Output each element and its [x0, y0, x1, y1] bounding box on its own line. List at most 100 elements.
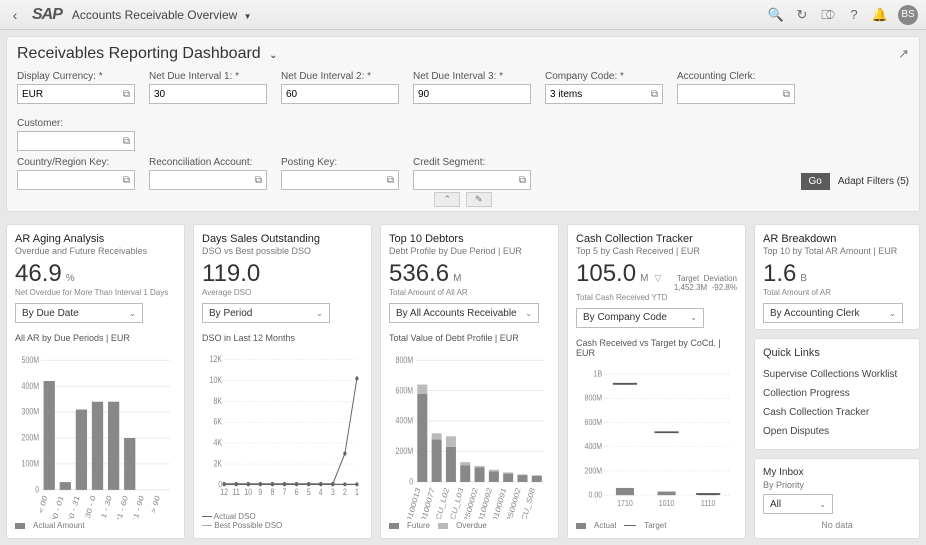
kpi-caption: Total Amount of All AR — [389, 288, 550, 297]
search-icon[interactable]: 🔍 — [768, 7, 784, 23]
svg-text:9: 9 — [258, 487, 262, 497]
card-debtors: Top 10 Debtors Debt Profile by Due Perio… — [380, 224, 559, 539]
filter-input[interactable] — [22, 175, 123, 186]
filter-input-wrapper: ⧉ — [545, 84, 663, 104]
chevron-down-icon: ⌄ — [269, 50, 277, 61]
select-view[interactable]: By Period ⌄ — [202, 303, 330, 323]
chart-title: Cash Received vs Target by CoCd. | EUR — [576, 338, 737, 358]
legend-swatch — [15, 523, 25, 529]
quick-link[interactable]: Supervise Collections Worklist — [763, 365, 911, 384]
filter-input[interactable] — [682, 89, 783, 100]
adapt-filters-link[interactable]: Adapt Filters (5) — [838, 176, 909, 187]
svg-text:4K: 4K — [214, 438, 223, 448]
svg-text:10100013: 10100013 — [404, 486, 422, 519]
bell-icon[interactable]: 🔔 — [872, 7, 888, 23]
filter-input[interactable] — [286, 175, 387, 186]
legend-swatch — [202, 525, 212, 526]
pin-filterbar-icon[interactable]: ✎ — [466, 192, 492, 207]
value-help-icon[interactable]: ⧉ — [123, 175, 130, 186]
avatar[interactable]: BS — [898, 5, 918, 25]
legend-label: Future — [407, 521, 430, 530]
popout-icon[interactable]: ↗ — [898, 46, 909, 62]
select-view[interactable]: By Due Date ⌄ — [15, 303, 143, 323]
filter-input[interactable] — [154, 89, 262, 100]
headset-icon[interactable]: ⎄ — [820, 7, 836, 23]
kpi-value: 119.0 — [202, 260, 260, 288]
back-button[interactable]: ‹ — [8, 7, 22, 23]
svg-text:8: 8 — [270, 487, 274, 497]
filter-input[interactable] — [22, 136, 123, 147]
svg-text:1: 1 — [355, 487, 359, 497]
quick-link[interactable]: Collection Progress — [763, 384, 911, 403]
chart-title: DSO in Last 12 Months — [202, 333, 363, 343]
card-subtitle: Top 10 by Total AR Amount | EUR — [763, 246, 911, 256]
shell-actions: 🔍 ↻ ⎄ ? 🔔 BS — [768, 5, 918, 25]
filter-input[interactable] — [418, 89, 526, 100]
legend-swatch — [576, 523, 586, 529]
card-subtitle: Debt Profile by Due Period | EUR — [389, 246, 550, 256]
filter-input-wrapper — [149, 84, 267, 104]
value-help-icon[interactable]: ⧉ — [387, 175, 394, 186]
svg-text:11: 11 — [233, 487, 241, 497]
filter-input-wrapper — [413, 84, 531, 104]
svg-text:1B: 1B — [594, 369, 603, 379]
chart-title: Total Value of Debt Profile | EUR — [389, 333, 550, 343]
filter-input[interactable] — [550, 89, 651, 100]
filters-row-1: Display Currency: *⧉Net Due Interval 1: … — [17, 71, 909, 151]
go-button[interactable]: Go — [801, 173, 830, 190]
card-title: Days Sales Outstanding — [202, 233, 363, 245]
refresh-icon[interactable]: ↻ — [794, 7, 810, 23]
svg-text:2500002: 2500002 — [463, 486, 480, 519]
filter-input-wrapper: ⧉ — [17, 131, 135, 151]
filter-field: Reconciliation Account:⧉ — [149, 157, 267, 190]
value-help-icon[interactable]: ⧉ — [519, 175, 526, 186]
quick-links-title: Quick Links — [763, 347, 911, 359]
quick-link[interactable]: Open Disputes — [763, 422, 911, 441]
quick-link[interactable]: Cash Collection Tracker — [763, 403, 911, 422]
card-subtitle: Overdue and Future Receivables — [15, 246, 176, 256]
filter-input[interactable] — [418, 175, 519, 186]
chart-legend: Future Overdue — [389, 521, 550, 530]
quick-links-card: Quick Links Supervise Collections Workli… — [754, 338, 920, 450]
value-help-icon[interactable]: ⧉ — [783, 89, 790, 100]
value-help-icon[interactable]: ⧉ — [123, 136, 130, 147]
select-view[interactable]: By Company Code ⌄ — [576, 308, 704, 328]
svg-text:6K: 6K — [214, 417, 223, 427]
legend-swatch — [438, 523, 448, 529]
svg-text:12: 12 — [220, 487, 228, 497]
select-label: By Accounting Clerk — [770, 308, 860, 319]
filter-input[interactable] — [154, 175, 255, 186]
svg-text:2K: 2K — [214, 459, 223, 469]
filter-input-wrapper: ⧉ — [17, 84, 135, 104]
filter-input[interactable] — [22, 89, 123, 100]
value-help-icon[interactable]: ⧉ — [255, 175, 262, 186]
filter-label: Display Currency: * — [17, 71, 135, 82]
app-title-label: Accounts Receivable Overview — [72, 8, 237, 22]
svg-text:2: 2 — [343, 487, 347, 497]
chart-legend: Actual Amount — [15, 521, 176, 530]
select-view[interactable]: By All Accounts Receivable ⌄ — [389, 303, 539, 323]
legend-label: Actual Amount — [33, 521, 85, 530]
select-label: By All Accounts Receivable — [396, 308, 517, 319]
inbox-priority-select[interactable]: All ⌄ — [763, 494, 833, 514]
value-help-icon[interactable]: ⧉ — [651, 89, 658, 100]
card-cash-collection: Cash Collection Tracker Top 5 by Cash Re… — [567, 224, 746, 539]
inbox-title: My Inbox — [763, 467, 911, 478]
chart-title: All AR by Due Periods | EUR — [15, 333, 176, 343]
svg-text:5: 5 — [307, 487, 311, 497]
kpi-caption: Net Overdue for More Than Interval 1 Day… — [15, 288, 176, 297]
page-title-variant[interactable]: Receivables Reporting Dashboard ⌄ — [17, 45, 278, 63]
svg-text:60 - 31: 60 - 31 — [66, 494, 81, 519]
svg-text:400M: 400M — [585, 441, 603, 451]
filter-input-wrapper — [281, 84, 399, 104]
value-help-icon[interactable]: ⧉ — [123, 89, 130, 100]
svg-text:100M: 100M — [22, 459, 40, 469]
filter-input[interactable] — [286, 89, 394, 100]
app-title-dropdown[interactable]: Accounts Receivable Overview ▼ — [72, 8, 768, 22]
chevron-down-icon: ⌄ — [525, 309, 532, 318]
help-icon[interactable]: ? — [846, 7, 862, 23]
filter-label: Net Due Interval 2: * — [281, 71, 399, 82]
filter-field: Net Due Interval 2: * — [281, 71, 399, 104]
collapse-filterbar-icon[interactable]: ⌃ — [434, 192, 460, 207]
select-view[interactable]: By Accounting Clerk ⌄ — [763, 303, 903, 323]
